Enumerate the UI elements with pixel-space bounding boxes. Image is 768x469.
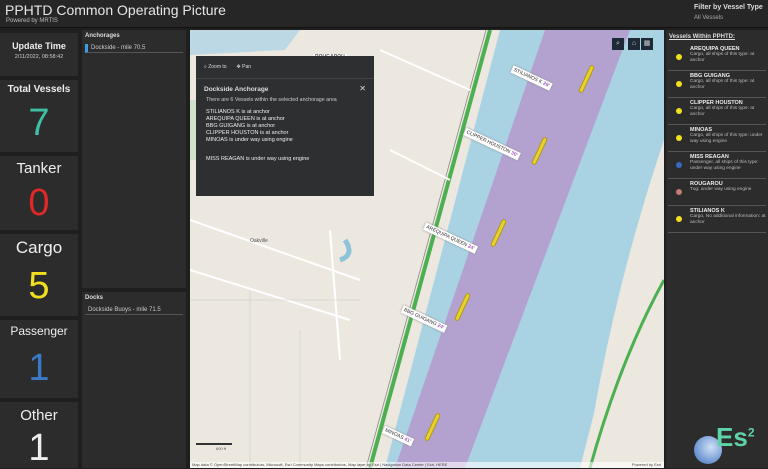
vessel-list-item[interactable]: MINOAS Cargo, all ships of this type: und… <box>668 125 766 152</box>
map-attribution: Map data © OpenStreetMap contributors, M… <box>190 462 664 468</box>
anchorage-item[interactable]: Dockside - mile 70.5 <box>85 44 183 53</box>
town-label: Oakville <box>250 238 268 244</box>
vessel-description: Tug: under way using engine <box>690 187 752 192</box>
search-icon[interactable]: ⌕ <box>612 38 624 50</box>
other-count: 1 <box>28 427 50 469</box>
es2-logo: Es2 <box>694 422 764 466</box>
vessel-list-item[interactable]: BBG GUIGANG Cargo, all ships of this type… <box>668 71 766 98</box>
vessel-type-filter[interactable]: All Vessels <box>694 15 723 21</box>
app-subtitle: Powered by MRTIS <box>6 18 58 24</box>
tanker-count: 0 <box>28 182 50 224</box>
total-vessels-count: 7 <box>28 102 50 144</box>
popup-line: CLIPPER HOUSTON is at anchor <box>206 130 289 136</box>
other-label: Other <box>20 407 58 424</box>
vessel-list-item[interactable]: CLIPPER HOUSTON Cargo, all ships of this … <box>668 98 766 125</box>
vessel-name: MISS REAGAN <box>690 154 729 160</box>
total-vessels-tile: Total Vessels 7 <box>0 80 78 152</box>
total-vessels-label: Total Vessels <box>7 84 71 95</box>
vessel-type-dot-icon <box>676 189 682 195</box>
anchorages-title: Anchorages <box>85 33 120 39</box>
cargo-label: Cargo <box>15 238 63 257</box>
zoom-to-button[interactable]: ⌕ Zoom to <box>204 64 227 70</box>
vessel-description: Passenger, all ships of this type: under… <box>690 160 759 171</box>
vessel-type-dot-icon <box>676 54 682 60</box>
vessel-list-item[interactable]: AREQUIPA QUEEN Cargo, all ships of this t… <box>668 44 766 71</box>
passenger-count: 1 <box>28 347 50 389</box>
cargo-tile: Cargo 5 <box>0 234 78 316</box>
scale-label: 600 ft <box>216 446 227 451</box>
vessel-list-item[interactable]: STILIANOS K Cargo, No additional informat… <box>668 206 766 233</box>
dock-item[interactable]: Dockside Buoys - mile 71.5 <box>85 306 183 315</box>
pan-button[interactable]: ✥ Pan <box>237 64 252 70</box>
tanker-label: Tanker <box>16 160 62 177</box>
popup-intro: There are 6 Vessels within the selected … <box>206 97 337 103</box>
vessels-panel: Vessels Within PPHTD: AREQUIPA QUEEN Carg… <box>666 30 768 468</box>
passenger-label: Passenger <box>10 324 68 338</box>
vessel-name: STILIANOS K <box>690 208 725 214</box>
vessel-name: CLIPPER HOUSTON <box>690 100 743 106</box>
filter-label: Filter by Vessel Type <box>694 4 763 11</box>
passenger-tile: Passenger 1 <box>0 320 78 398</box>
popup-line: BBG GUIGANG is at anchor <box>206 123 276 129</box>
popup-title: Dockside Anchorage <box>204 86 269 93</box>
vessel-name: AREQUIPA QUEEN <box>690 46 740 52</box>
tanker-tile: Tanker 0 <box>0 156 78 230</box>
anchorages-panel: Anchorages Dockside - mile 70.5 <box>82 30 186 288</box>
app-title: PPHTD Common Operating Picture <box>5 2 226 18</box>
vessel-description: Cargo, all ships of this type: at anchor <box>690 52 755 63</box>
vessel-name: ROUGAROU <box>690 181 723 187</box>
scale-bar <box>196 443 232 445</box>
popup-line: AREQUIPA QUEEN is at anchor <box>206 116 285 122</box>
popup-line: MINOAS is under way using engine <box>206 137 293 143</box>
anchorage-popup: ⌕ Zoom to ✥ Pan Dockside Anchorage ✕ Ther… <box>196 56 374 196</box>
vessel-type-dot-icon <box>676 108 682 114</box>
update-time-value: 2/11/2022, 08:58:42 <box>14 54 64 60</box>
vessel-type-dot-icon <box>676 135 682 141</box>
vessel-description: Cargo, all ships of this type: at anchor <box>690 106 755 117</box>
close-icon[interactable]: ✕ <box>359 84 366 93</box>
home-icon[interactable]: ⌂ <box>628 38 640 50</box>
vessel-description: Cargo, all ships of this type: at anchor <box>690 79 755 90</box>
powered-by-esri[interactable]: Powered by Esri <box>632 462 661 467</box>
map-view[interactable]: ⌕ ⌂ ▦ ROUGAROU Oakville STILIANOS K 29' … <box>190 30 664 468</box>
popup-line: STILIANOS K is at anchor <box>206 109 270 115</box>
cargo-count: 5 <box>28 265 50 307</box>
update-time-tile: Update Time 2/11/2022, 08:58:42 <box>0 33 78 76</box>
docks-title: Docks <box>85 295 104 301</box>
basemap-gallery-icon[interactable]: ▦ <box>641 38 653 50</box>
app-header: PPHTD Common Operating Picture Powered b… <box>0 0 768 28</box>
vessel-type-dot-icon <box>676 81 682 87</box>
vessel-description: Cargo, No additional information: at anc… <box>690 214 766 225</box>
vessel-name: BBG GUIGANG <box>690 73 731 79</box>
attribution-text: Map data © OpenStreetMap contributors, M… <box>192 462 448 467</box>
pan-label: Pan <box>242 64 252 70</box>
other-tile: Other 1 <box>0 402 78 468</box>
vessel-name: MINOAS <box>690 127 712 133</box>
vessel-list: AREQUIPA QUEEN Cargo, all ships of this t… <box>666 44 768 233</box>
docks-panel: Docks Dockside Buoys - mile 71.5 <box>82 292 186 468</box>
vessel-description: Cargo, all ships of this type: under way… <box>690 133 763 144</box>
update-time-label: Update Time <box>12 41 66 51</box>
vessels-title: Vessels Within PPHTD: <box>669 34 735 40</box>
popup-line: MISS REAGAN is under way using engine <box>206 156 310 162</box>
zoom-to-label: Zoom to <box>208 64 227 70</box>
vessel-type-dot-icon <box>676 216 682 222</box>
vessel-type-dot-icon <box>676 162 682 168</box>
vessel-list-item[interactable]: ROUGAROU Tug: under way using engine <box>668 179 766 206</box>
vessel-list-item[interactable]: MISS REAGAN Passenger, all ships of this … <box>668 152 766 179</box>
